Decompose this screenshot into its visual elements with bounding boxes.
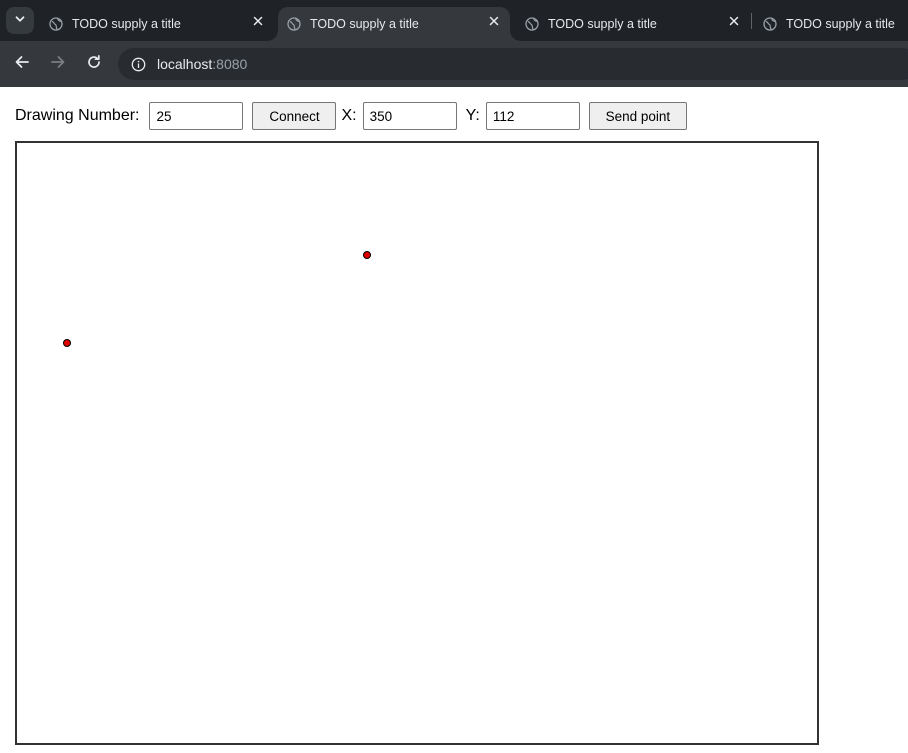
drawing-canvas[interactable] xyxy=(15,141,819,745)
drawing-surface[interactable] xyxy=(17,143,817,743)
info-icon[interactable] xyxy=(130,56,146,72)
y-input[interactable] xyxy=(485,102,580,130)
tab-2-active[interactable]: TODO supply a title xyxy=(268,7,520,41)
url-host: localhost xyxy=(157,56,213,72)
x-input[interactable] xyxy=(362,102,457,130)
chevron-down-icon xyxy=(14,12,26,30)
tab-title: TODO supply a title xyxy=(310,17,419,31)
close-icon[interactable] xyxy=(726,13,742,29)
tab-title: TODO supply a title xyxy=(786,17,895,31)
tab-4[interactable]: TODO supply a title xyxy=(754,7,908,41)
y-label: Y: xyxy=(465,107,480,124)
globe-icon xyxy=(525,17,539,31)
connect-button[interactable]: Connect xyxy=(252,102,337,130)
tab-3[interactable]: TODO supply a title xyxy=(516,7,750,41)
tab-strip: TODO supply a title TODO supply a title … xyxy=(0,0,908,41)
back-button[interactable] xyxy=(9,51,35,77)
tab-title: TODO supply a title xyxy=(72,17,181,31)
tab-1[interactable]: TODO supply a title xyxy=(40,7,274,41)
address-bar[interactable]: localhost:8080 xyxy=(118,48,908,80)
globe-icon xyxy=(763,17,777,31)
drawing-number-label: Drawing Number: xyxy=(15,107,140,124)
control-bar: Drawing Number: Connect X: Y: Send point xyxy=(15,102,687,130)
reload-button[interactable] xyxy=(81,51,107,77)
arrow-right-icon xyxy=(50,54,66,75)
reload-icon xyxy=(86,54,102,75)
close-icon[interactable] xyxy=(250,13,266,29)
globe-icon xyxy=(49,17,63,31)
tab-divider xyxy=(751,13,752,29)
browser-toolbar: localhost:8080 xyxy=(0,41,908,87)
arrow-left-icon xyxy=(14,54,30,75)
url-port: :8080 xyxy=(212,56,248,72)
close-icon[interactable] xyxy=(486,13,502,29)
send-point-button[interactable]: Send point xyxy=(588,102,687,130)
drawn-point xyxy=(363,251,371,259)
globe-icon xyxy=(287,17,301,31)
page-content: Drawing Number: Connect X: Y: Send point xyxy=(0,87,908,753)
drawn-point xyxy=(63,339,71,347)
forward-button[interactable] xyxy=(45,51,71,77)
tab-title: TODO supply a title xyxy=(548,17,657,31)
drawing-number-input[interactable] xyxy=(149,102,244,130)
tab-search-button[interactable] xyxy=(6,7,34,34)
x-label: X: xyxy=(341,107,357,124)
